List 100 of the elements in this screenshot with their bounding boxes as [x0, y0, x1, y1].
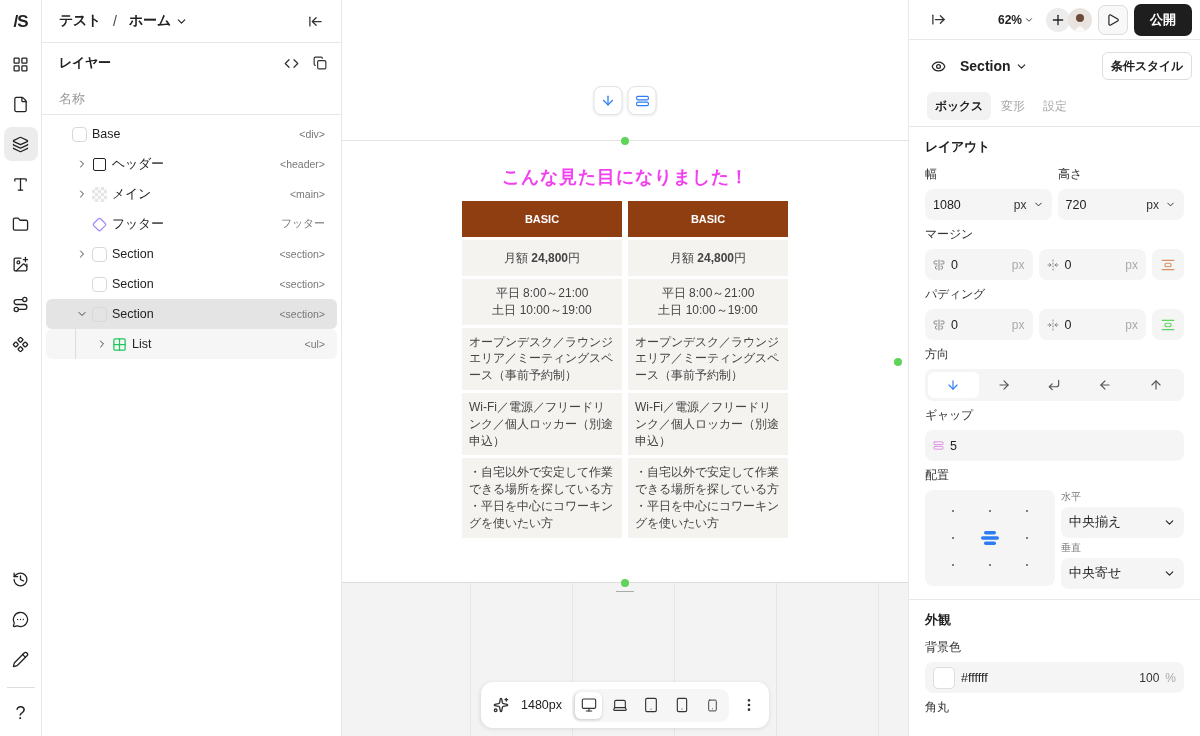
layer-row[interactable]: Section <section>	[46, 239, 337, 269]
layer-name: フッター	[112, 215, 165, 233]
copy-button[interactable]	[311, 54, 329, 72]
box-icon	[92, 276, 107, 292]
margin-horizontal-field[interactable]: 0 px	[1038, 249, 1146, 280]
layer-name: Section	[112, 247, 155, 261]
flow-icon	[12, 295, 29, 313]
page-icon	[12, 95, 29, 113]
wrap-arrow-icon	[1047, 378, 1062, 392]
field-label: パディング	[925, 286, 986, 303]
plan-targets: ・自宅以外で安定して作業できる場所を探している方 ・平日を中心にコワーキングを使いたい方	[628, 458, 788, 538]
field-label: 配置	[925, 467, 950, 484]
plan-hours: 平日 8:00～21:00 土日 10:00～19:00	[628, 279, 788, 325]
layer-tag: <ul>	[304, 338, 325, 350]
section-heading: こんな見た目になりました！	[501, 166, 749, 189]
width-field[interactable]: 1080 px	[925, 189, 1052, 220]
layer-row[interactable]: メイン <main>	[46, 179, 337, 209]
plan-targets: ・自宅以外で安定して作業できる場所を探している方 ・平日を中心にコワーキングを使いたい方	[462, 458, 622, 538]
align-button[interactable]	[627, 86, 657, 115]
vertical-select[interactable]: 中央寄せ	[1061, 558, 1184, 589]
vertical-spacing-icon	[933, 258, 945, 271]
margin-vertical-field[interactable]: 0 px	[925, 249, 1033, 280]
breadcrumb-separator: /	[113, 13, 117, 29]
arrow-down-icon	[600, 93, 616, 108]
play-icon	[1106, 12, 1120, 27]
center-align-icon	[980, 531, 1000, 545]
plan-name: BASIC	[462, 201, 622, 237]
image-icon	[12, 255, 29, 273]
preview-button[interactable]	[1098, 4, 1128, 35]
layer-name: Base	[92, 127, 122, 141]
field-label: 水平	[1061, 490, 1082, 504]
sides-icon	[1161, 257, 1175, 272]
resize-handle[interactable]	[894, 358, 902, 366]
history-icon	[12, 570, 29, 588]
layer-row[interactable]: List <ul>	[46, 329, 337, 359]
layer-name: Section	[112, 307, 155, 321]
add-user-button[interactable]	[1046, 7, 1070, 32]
section-frame[interactable]	[342, 141, 908, 583]
arrow-right-from-line-icon	[931, 12, 946, 27]
rail-button[interactable]	[3, 127, 38, 161]
ai-button[interactable]	[491, 695, 511, 715]
element-selector[interactable]: Section	[954, 57, 1034, 75]
arrow-right-icon	[996, 378, 1011, 392]
font-icon	[12, 175, 29, 193]
layer-tag: <section>	[279, 248, 325, 260]
padding-horizontal-field[interactable]: 0 px	[1038, 309, 1146, 340]
sides-icon	[1161, 317, 1175, 332]
horizontal-select[interactable]: 中央揃え	[1061, 507, 1184, 538]
align-icon	[635, 93, 649, 108]
section-title: 外観	[925, 612, 952, 629]
layer-row[interactable]: Section <section>	[46, 299, 337, 329]
tablet-icon	[642, 697, 659, 713]
help-button[interactable]: ?	[9, 696, 32, 730]
layer-name: Section	[112, 277, 155, 291]
field-label: 幅	[925, 166, 938, 183]
plan-facilities: オープンデスク／ラウンジエリア／ミーティングスペース（事前予約制）	[628, 327, 788, 390]
layer-name: メイン	[112, 185, 152, 203]
field-label: 垂直	[1061, 541, 1082, 555]
resize-handle[interactable]	[621, 137, 629, 145]
folder-icon	[12, 215, 29, 233]
field-label: ギャップ	[925, 407, 975, 424]
plan-services: Wi-Fi／電源／フリードリンク／個人ロッカー（別途申込）	[628, 393, 788, 456]
visibility-icon[interactable]	[931, 58, 946, 74]
expand-sides-button[interactable]	[1152, 249, 1184, 280]
laptop-icon	[611, 697, 628, 713]
layer-row[interactable]: フッター フッター	[46, 209, 337, 239]
plan-name: BASIC	[628, 201, 788, 237]
color-swatch[interactable]	[933, 666, 955, 689]
sparkle-icon	[493, 697, 509, 713]
publish-button[interactable]: 公開	[1134, 3, 1192, 36]
app-logo[interactable]: /S	[13, 8, 28, 36]
layer-tag: <div>	[299, 128, 325, 140]
field-label: 方向	[925, 346, 950, 363]
pencil-icon	[12, 650, 29, 668]
horizontal-spacing-icon	[1046, 318, 1059, 331]
viewport-width: 1480px	[521, 698, 562, 712]
plan-services: Wi-Fi／電源／フリードリンク／個人ロッカー（別途申込）	[462, 393, 622, 456]
layer-tag: <main>	[289, 188, 325, 200]
layer-row[interactable]: ヘッダー <header>	[46, 149, 337, 179]
layer-row[interactable]: Section <section>	[46, 269, 337, 299]
plan-hours: 平日 8:00～21:00 土日 10:00～19:00	[462, 279, 622, 325]
layer-row[interactable]: Base <div>	[46, 119, 337, 149]
background-color-field[interactable]: #ffffff 100 %	[925, 662, 1184, 693]
height-field[interactable]: 720 px	[1057, 189, 1184, 220]
monitor-icon	[580, 697, 597, 713]
device-button[interactable]	[575, 691, 602, 719]
resize-handle[interactable]	[621, 579, 629, 587]
layer-name: ヘッダー	[112, 155, 165, 173]
user-avatar[interactable]	[1068, 7, 1092, 32]
zoom-selector[interactable]: 62%	[991, 11, 1040, 28]
field-label: 背景色	[925, 639, 962, 656]
gap-field[interactable]: 5	[925, 430, 1184, 461]
section-title: レイアウト	[925, 139, 991, 156]
page-selector[interactable]: ホーム	[128, 12, 188, 30]
checker-icon	[92, 186, 107, 202]
padding-vertical-field[interactable]: 0 px	[925, 309, 1033, 340]
conditional-style-button[interactable]: 条件スタイル	[1102, 52, 1192, 80]
add-grid-icon	[12, 55, 29, 73]
project-name[interactable]: テスト	[59, 12, 101, 30]
inspector-tab[interactable]: ボックス	[927, 92, 991, 120]
